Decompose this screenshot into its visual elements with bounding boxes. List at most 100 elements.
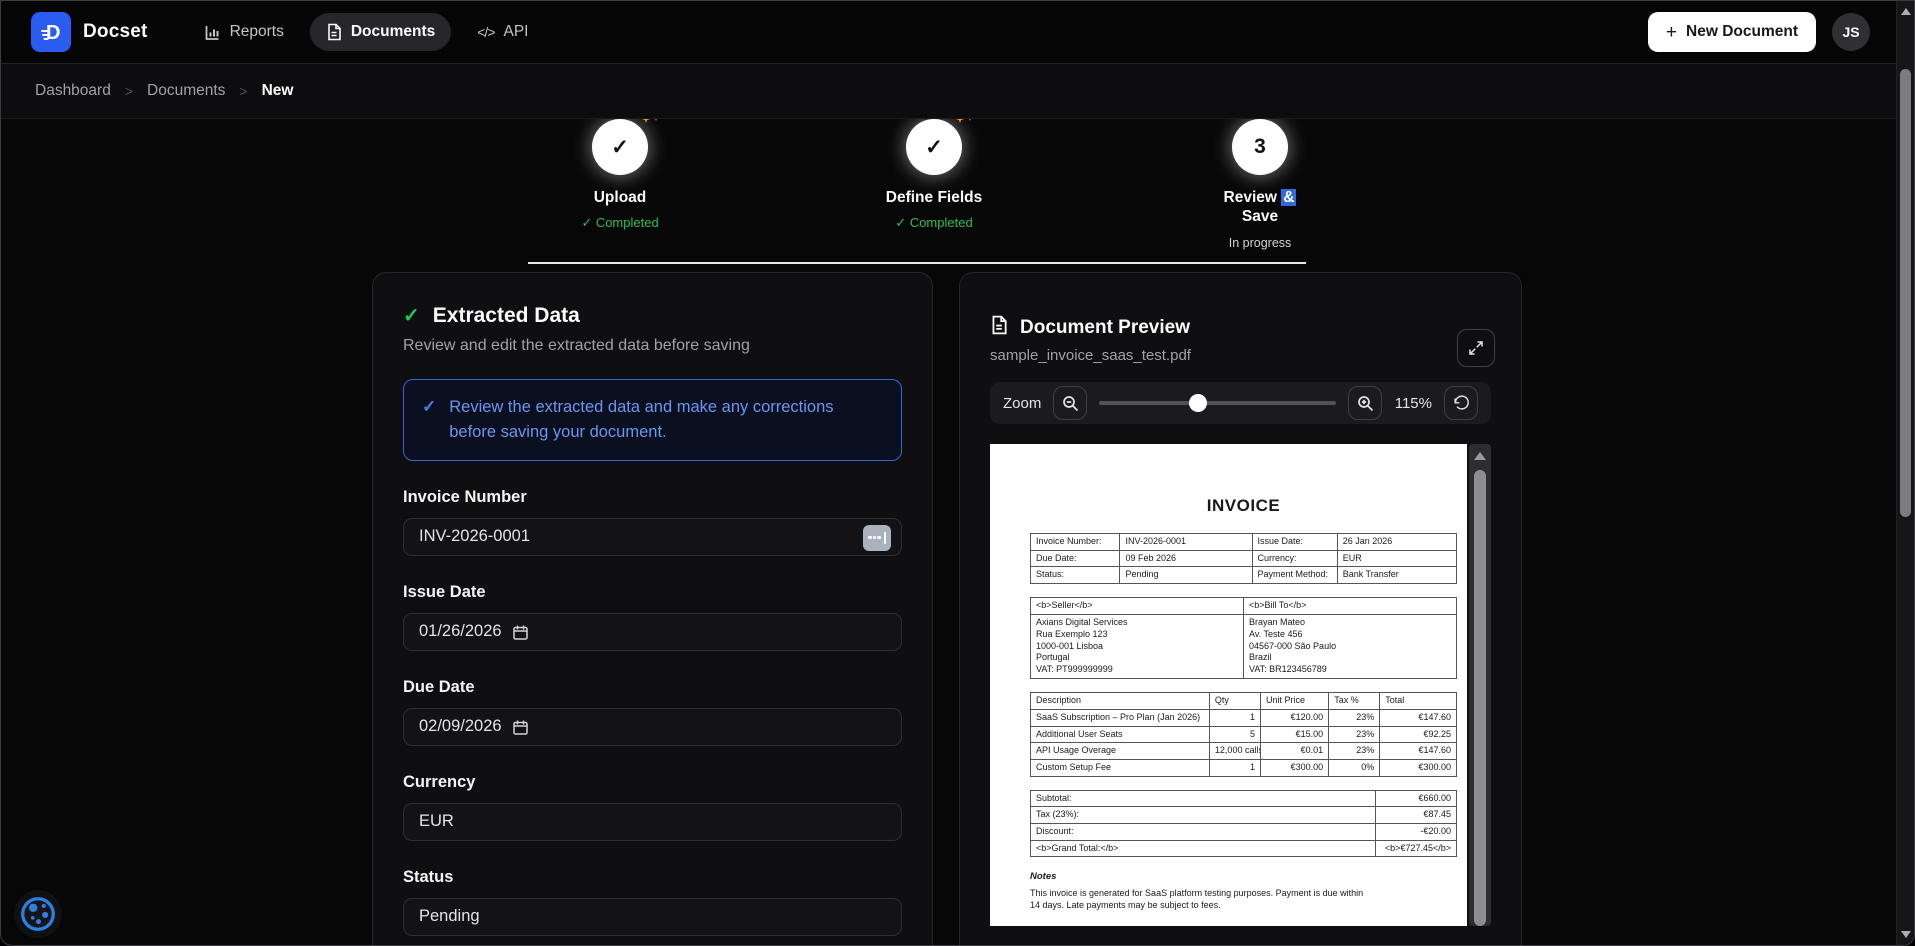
nav-item-label: Reports: [230, 23, 284, 41]
calendar-icon[interactable]: [512, 719, 529, 741]
preview-scrollbar[interactable]: [1469, 444, 1491, 926]
invoice-totals-table: Subtotal:€660.00 Tax (23%):€87.45 Discou…: [1030, 790, 1457, 858]
field-due-date: Due Date 02/09/2026: [403, 678, 902, 746]
zoom-out-button[interactable]: [1053, 386, 1087, 420]
plus-icon: +: [1666, 23, 1677, 42]
status-input[interactable]: Pending: [403, 898, 902, 936]
new-document-button[interactable]: + New Document: [1648, 12, 1816, 52]
chevron-right-icon: >: [125, 83, 133, 99]
nav-item-documents[interactable]: Documents: [310, 13, 451, 51]
breadcrumb-new: New: [262, 82, 294, 100]
user-avatar[interactable]: JS: [1832, 13, 1870, 51]
autofill-icon[interactable]: [863, 525, 891, 551]
extracted-data-card: ✓ Extracted Data Review and edit the ext…: [372, 272, 933, 946]
brand[interactable]: D Docset: [31, 12, 148, 52]
zoom-slider-track[interactable]: [1099, 401, 1336, 405]
review-info-banner: ✓ Review the extracted data and make any…: [403, 379, 902, 461]
field-label: Status: [403, 868, 902, 887]
field-label: Due Date: [403, 678, 902, 697]
calendar-icon[interactable]: [512, 624, 529, 646]
cookie-settings-button[interactable]: [14, 890, 62, 938]
breadcrumb: Dashboard > Documents > New: [1, 64, 1914, 119]
main-scrollbar-thumb[interactable]: [1900, 69, 1911, 517]
invoice-number-input[interactable]: INV-2026-0001: [403, 518, 902, 556]
document-preview-card: Document Preview sample_invoice_saas_tes…: [959, 272, 1522, 946]
invoice-item-row: SaaS Subscription – Pro Plan (Jan 2026) …: [1031, 709, 1457, 726]
nav-item-label: API: [504, 23, 529, 41]
scroll-up-icon[interactable]: [1901, 8, 1911, 15]
invoice-page[interactable]: INVOICE Invoice Number:INV-2026-0001 Iss…: [990, 444, 1467, 926]
step-upload-indicator: ✓: [592, 119, 648, 175]
step-label: Review & Save: [1170, 189, 1350, 226]
card-title: Document Preview: [1020, 317, 1190, 339]
breadcrumb-documents[interactable]: Documents: [147, 82, 225, 100]
document-icon: [990, 315, 1008, 340]
step-review-save[interactable]: 3 Review & Save In progress: [1170, 119, 1350, 250]
info-banner-text: Review the extracted data and make any c…: [449, 395, 883, 445]
bar-chart-icon: [204, 24, 221, 41]
preview-header: Document Preview: [990, 315, 1491, 340]
code-icon: </>: [477, 24, 494, 40]
field-label: Currency: [403, 773, 902, 792]
preview-scrollbar-thumb[interactable]: [1474, 470, 1486, 926]
invoice-parties-table: <b>Seller</b> <b>Bill To</b> Axians Digi…: [1030, 597, 1457, 679]
stepper-connector: [528, 262, 1306, 264]
document-icon: [326, 23, 342, 41]
scroll-down-icon[interactable]: [1901, 931, 1911, 938]
step-review-save-indicator: 3: [1232, 119, 1288, 175]
nav-items: Reports Documents </> API: [188, 13, 545, 51]
zoom-percentage: 115%: [1394, 395, 1432, 412]
invoice-notes-title: Notes: [1030, 871, 1457, 882]
chevron-right-icon: >: [239, 83, 247, 99]
app-window: D Docset Reports: [0, 0, 1915, 946]
step-upload[interactable]: ✓ Upload ✓ Completed: [530, 119, 710, 231]
selected-text-highlight: &: [1281, 189, 1296, 206]
invoice-item-row: Custom Setup Fee 1 €300.00 0% €300.00: [1031, 759, 1457, 776]
step-label: Define Fields: [844, 189, 1024, 208]
zoom-slider-thumb[interactable]: [1189, 394, 1207, 412]
scroll-up-icon[interactable]: [1474, 452, 1486, 460]
step-status: ✓ Completed: [844, 215, 1024, 231]
field-invoice-number: Invoice Number INV-2026-0001: [403, 488, 902, 556]
field-status: Status Pending: [403, 868, 902, 936]
field-label: Issue Date: [403, 583, 902, 602]
invoice-title: INVOICE: [1030, 496, 1457, 516]
card-subtitle: Review and edit the extracted data befor…: [403, 337, 902, 355]
step-label: Upload: [530, 189, 710, 208]
currency-input[interactable]: EUR: [403, 803, 902, 841]
breadcrumb-dashboard[interactable]: Dashboard: [35, 82, 111, 100]
field-currency: Currency EUR: [403, 773, 902, 841]
zoom-slider[interactable]: [1099, 394, 1336, 412]
expand-preview-button[interactable]: [1457, 329, 1495, 367]
check-icon: ✓: [403, 303, 420, 328]
field-label: Invoice Number: [403, 488, 902, 507]
zoom-label: Zoom: [1003, 395, 1041, 412]
brand-name: Docset: [83, 21, 148, 43]
invoice-meta-table: Invoice Number:INV-2026-0001 Issue Date:…: [1030, 533, 1457, 584]
invoice-item-row: API Usage Overage 12,000 calls €0.01 23%…: [1031, 743, 1457, 760]
topnav-right: + New Document JS: [1648, 12, 1884, 52]
extracted-data-header: ✓ Extracted Data: [403, 303, 902, 328]
preview-filename: sample_invoice_saas_test.pdf: [990, 347, 1491, 364]
svg-text:D: D: [46, 22, 60, 44]
due-date-input[interactable]: 02/09/2026: [403, 708, 902, 746]
invoice-items-table: Description Qty Unit Price Tax % Total S…: [1030, 692, 1457, 776]
step-define-fields[interactable]: ✓ Define Fields ✓ Completed: [844, 119, 1024, 231]
step-status: In progress: [1170, 236, 1350, 250]
field-issue-date: Issue Date 01/26/2026: [403, 583, 902, 651]
main-scrollbar[interactable]: [1896, 1, 1914, 945]
invoice-notes-body: This invoice is generated for SaaS platf…: [1030, 887, 1375, 911]
docset-logo-icon: D: [31, 12, 71, 52]
nav-item-reports[interactable]: Reports: [188, 13, 300, 51]
step-define-fields-indicator: ✓: [906, 119, 962, 175]
invoice-item-row: Additional User Seats 5 €15.00 23% €92.2…: [1031, 726, 1457, 743]
issue-date-input[interactable]: 01/26/2026: [403, 613, 902, 651]
reset-zoom-button[interactable]: [1444, 386, 1478, 420]
top-navbar: D Docset Reports: [1, 1, 1914, 64]
zoom-toolbar: Zoom 115%: [990, 382, 1491, 424]
nav-item-api[interactable]: </> API: [461, 13, 544, 51]
nav-item-label: Documents: [351, 23, 435, 41]
check-icon: ✓: [422, 395, 436, 419]
step-status: ✓ Completed: [530, 215, 710, 231]
zoom-in-button[interactable]: [1348, 386, 1382, 420]
